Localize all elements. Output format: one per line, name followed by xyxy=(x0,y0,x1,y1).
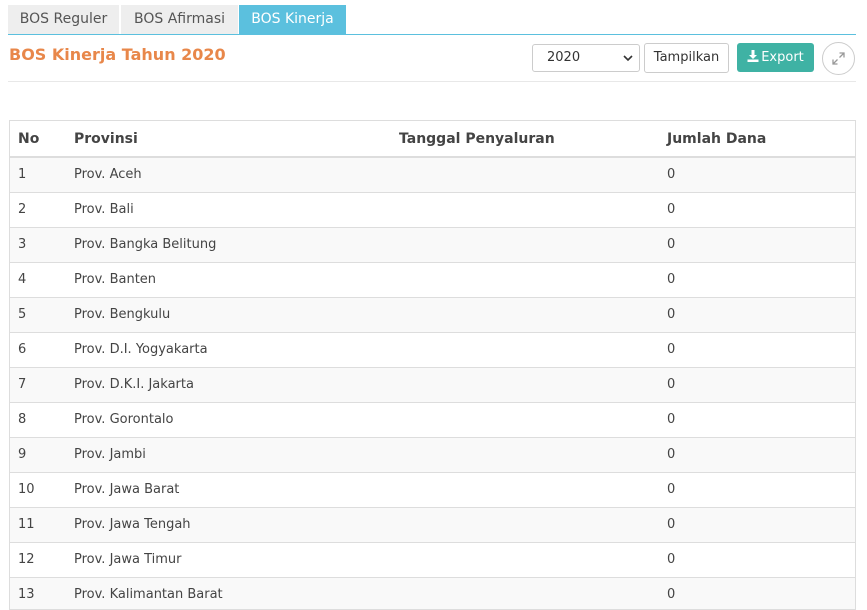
cell-no: 2 xyxy=(10,191,74,227)
table-row: 10 Prov. Jawa Barat 0 xyxy=(10,471,855,507)
expand-button[interactable] xyxy=(822,42,855,75)
cell-tanggal xyxy=(399,331,667,367)
cell-dana: 0 xyxy=(667,191,855,227)
header-divider xyxy=(8,81,856,82)
cell-dana: 0 xyxy=(667,576,855,609)
cell-no: 10 xyxy=(10,471,74,507)
tab-bar: BOS Reguler BOS Afirmasi BOS Kinerja xyxy=(8,5,856,35)
cell-provinsi: Prov. Bengkulu xyxy=(74,296,399,332)
year-select-value: 2020 xyxy=(547,50,581,65)
table-row: 12 Prov. Jawa Timur 0 xyxy=(10,541,855,577)
table-row: 3 Prov. Bangka Belitung 0 xyxy=(10,226,855,262)
table-row: 13 Prov. Kalimantan Barat 0 xyxy=(10,576,855,609)
table-row: 4 Prov. Banten 0 xyxy=(10,261,855,297)
table-row: 9 Prov. Jambi 0 xyxy=(10,436,855,472)
cell-provinsi: Prov. Kalimantan Barat xyxy=(74,576,399,609)
cell-provinsi: Prov. Bali xyxy=(74,191,399,227)
cell-dana: 0 xyxy=(667,331,855,367)
cell-dana: 0 xyxy=(667,471,855,507)
expand-icon xyxy=(832,52,845,65)
table-row: 5 Prov. Bengkulu 0 xyxy=(10,296,855,332)
cell-provinsi: Prov. Jambi xyxy=(74,436,399,472)
cell-tanggal xyxy=(399,471,667,507)
tab-bos-afirmasi[interactable]: BOS Afirmasi xyxy=(121,5,238,34)
cell-tanggal xyxy=(399,401,667,437)
table-row: 1 Prov. Aceh 0 xyxy=(10,156,855,192)
cell-tanggal xyxy=(399,506,667,542)
table-row: 2 Prov. Bali 0 xyxy=(10,191,855,227)
column-header-jumlah-dana[interactable]: Jumlah Dana xyxy=(667,121,855,158)
cell-tanggal xyxy=(399,366,667,402)
page-title: BOS Kinerja Tahun 2020 xyxy=(9,45,226,64)
cell-no: 13 xyxy=(10,576,74,609)
cell-dana: 0 xyxy=(667,506,855,542)
cell-no: 11 xyxy=(10,506,74,542)
cell-tanggal xyxy=(399,576,667,609)
export-label: Export xyxy=(761,50,804,65)
cell-no: 7 xyxy=(10,366,74,402)
cell-no: 3 xyxy=(10,226,74,262)
download-icon xyxy=(747,50,759,62)
province-table: No Provinsi Tanggal Penyaluran Jumlah Da… xyxy=(9,120,856,610)
column-header-no[interactable]: No xyxy=(10,121,74,158)
show-button[interactable]: Tampilkan xyxy=(644,43,729,73)
export-button[interactable]: Export xyxy=(737,43,814,72)
cell-provinsi: Prov. Banten xyxy=(74,261,399,297)
cell-provinsi: Prov. Jawa Tengah xyxy=(74,506,399,542)
table-row: 6 Prov. D.I. Yogyakarta 0 xyxy=(10,331,855,367)
cell-no: 8 xyxy=(10,401,74,437)
table-row: 8 Prov. Gorontalo 0 xyxy=(10,401,855,437)
cell-provinsi: Prov. Bangka Belitung xyxy=(74,226,399,262)
tab-bos-kinerja[interactable]: BOS Kinerja xyxy=(239,5,346,34)
table-header-row: No Provinsi Tanggal Penyaluran Jumlah Da… xyxy=(10,121,855,158)
cell-provinsi: Prov. Jawa Barat xyxy=(74,471,399,507)
table-row: 11 Prov. Jawa Tengah 0 xyxy=(10,506,855,542)
cell-tanggal xyxy=(399,261,667,297)
cell-tanggal xyxy=(399,296,667,332)
cell-provinsi: Prov. Jawa Timur xyxy=(74,541,399,577)
cell-dana: 0 xyxy=(667,296,855,332)
cell-tanggal xyxy=(399,436,667,472)
cell-dana: 0 xyxy=(667,366,855,402)
column-header-tanggal-penyaluran[interactable]: Tanggal Penyaluran xyxy=(399,121,667,158)
cell-provinsi: Prov. Aceh xyxy=(74,156,399,192)
cell-no: 1 xyxy=(10,156,74,192)
cell-no: 9 xyxy=(10,436,74,472)
cell-dana: 0 xyxy=(667,156,855,192)
year-select[interactable]: 2020 xyxy=(532,44,640,72)
chevron-down-icon xyxy=(623,55,633,62)
cell-tanggal xyxy=(399,541,667,577)
cell-provinsi: Prov. Gorontalo xyxy=(74,401,399,437)
cell-no: 12 xyxy=(10,541,74,577)
cell-dana: 0 xyxy=(667,401,855,437)
cell-provinsi: Prov. D.I. Yogyakarta xyxy=(74,331,399,367)
cell-provinsi: Prov. D.K.I. Jakarta xyxy=(74,366,399,402)
cell-dana: 0 xyxy=(667,261,855,297)
column-header-provinsi[interactable]: Provinsi xyxy=(74,121,399,158)
cell-tanggal xyxy=(399,226,667,262)
cell-dana: 0 xyxy=(667,226,855,262)
cell-no: 6 xyxy=(10,331,74,367)
tab-bos-reguler[interactable]: BOS Reguler xyxy=(8,5,119,34)
cell-tanggal xyxy=(399,156,667,192)
table-row: 7 Prov. D.K.I. Jakarta 0 xyxy=(10,366,855,402)
cell-tanggal xyxy=(399,191,667,227)
cell-no: 4 xyxy=(10,261,74,297)
cell-dana: 0 xyxy=(667,436,855,472)
cell-dana: 0 xyxy=(667,541,855,577)
cell-no: 5 xyxy=(10,296,74,332)
